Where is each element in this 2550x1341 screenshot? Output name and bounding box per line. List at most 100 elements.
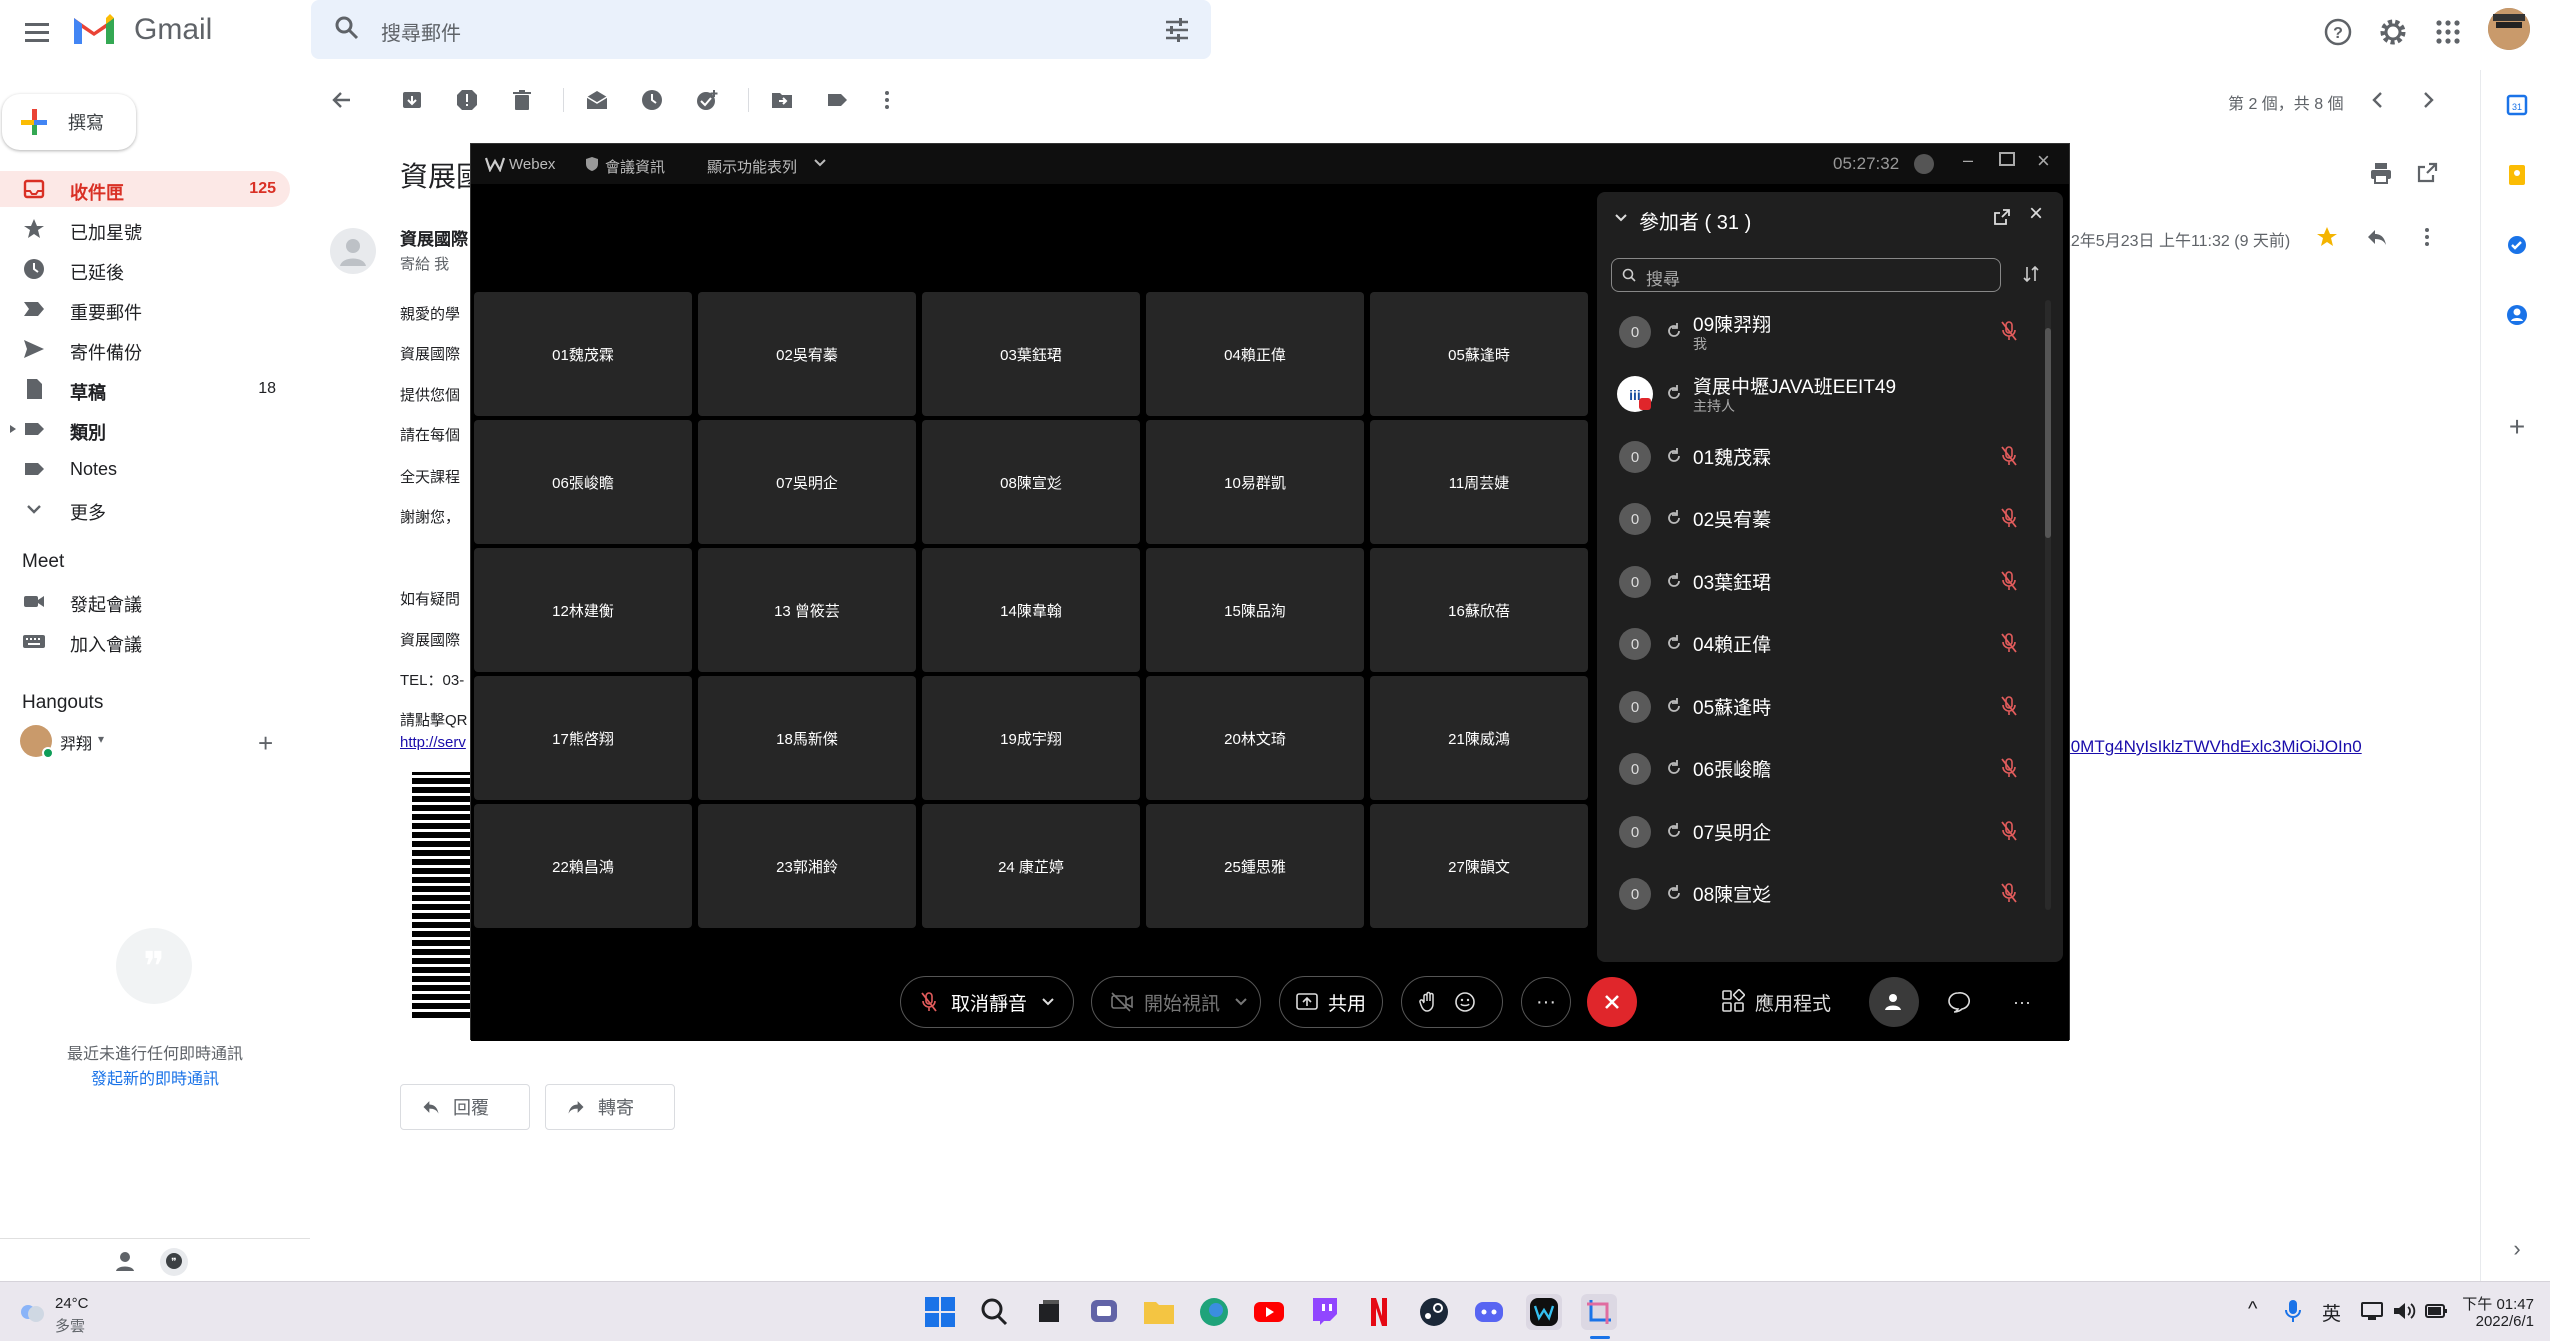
share-button[interactable]: 共用 — [1279, 976, 1383, 1028]
meet-new-meeting[interactable]: 發起會議 — [0, 583, 290, 619]
label-as-icon[interactable] — [823, 86, 851, 114]
participant-tile[interactable]: 25鍾思雅 — [1146, 804, 1364, 928]
participant-tile[interactable]: 15陳品洵 — [1146, 548, 1364, 672]
muted-mic-icon[interactable] — [1999, 570, 2019, 592]
newer-chevron-left-icon[interactable] — [2364, 86, 2392, 114]
participant-row[interactable]: 0 03葉鈺珺 — [1597, 550, 2037, 612]
mail-link[interactable]: http://serv — [400, 734, 466, 751]
hide-panel-chevron-icon[interactable]: › — [2500, 1232, 2534, 1266]
muted-mic-icon[interactable] — [1999, 695, 2019, 717]
volume-icon[interactable] — [2392, 1300, 2416, 1322]
nav-item-more[interactable]: 更多 — [0, 491, 290, 527]
nav-item-inbox[interactable]: 收件匣 125 — [0, 171, 290, 207]
settings-gear-icon[interactable] — [2373, 12, 2413, 52]
start-windows-icon[interactable] — [922, 1294, 958, 1330]
mail-link-tail[interactable]: I0MTg4NyIsIklzTWVhdExlc3MiOiJOIn0 — [2066, 737, 2362, 757]
webex-title-bar[interactable]: Webex 會議資訊 顯示功能表列 05:27:32 – × — [471, 144, 2069, 184]
status-dropdown-icon[interactable]: ▾ — [98, 732, 104, 746]
collapse-chevron-icon[interactable] — [1613, 210, 1629, 226]
weather-desc[interactable]: 多雲 — [55, 1315, 85, 1336]
chevron-down-icon[interactable] — [813, 156, 827, 170]
minimize-icon[interactable]: – — [1963, 150, 1973, 171]
maximize-icon[interactable] — [1999, 152, 2015, 166]
hangouts-user-name[interactable]: 羿翔 — [60, 730, 92, 754]
connection-status-icon[interactable] — [1914, 154, 1934, 174]
participant-tile[interactable]: 17熊啓翔 — [474, 676, 692, 800]
participant-tile[interactable]: 18馬新傑 — [698, 676, 916, 800]
battery-icon[interactable] — [2424, 1300, 2448, 1322]
close-window-icon[interactable]: × — [2037, 148, 2050, 174]
participant-tile[interactable]: 11周芸婕 — [1370, 420, 1588, 544]
start-chat-link[interactable]: 發起新的即時通訊 — [60, 1065, 250, 1089]
expand-arrow-icon[interactable] — [8, 424, 18, 434]
search-options-icon[interactable] — [1163, 16, 1191, 44]
open-new-window-icon[interactable] — [2412, 158, 2442, 188]
participants-toggle-icon[interactable] — [1869, 977, 1919, 1027]
participant-tile[interactable]: 19成宇翔 — [922, 676, 1140, 800]
show-menu-bar-button[interactable]: 顯示功能表列 — [707, 156, 797, 177]
leave-meeting-button[interactable] — [1587, 977, 1637, 1027]
sort-icon[interactable] — [2021, 264, 2041, 284]
participant-tile[interactable]: 08陳宣彣 — [922, 420, 1140, 544]
start-video-button[interactable]: 開始視訊 — [1091, 976, 1261, 1028]
muted-mic-icon[interactable] — [1999, 882, 2019, 904]
older-chevron-right-icon[interactable] — [2414, 86, 2442, 114]
more-vert-icon[interactable] — [2412, 222, 2442, 252]
chevron-down-icon[interactable] — [1234, 995, 1248, 1009]
back-arrow-icon[interactable] — [328, 86, 356, 114]
chat-icon[interactable] — [1933, 977, 1983, 1027]
muted-mic-icon[interactable] — [1999, 632, 2019, 654]
taskbar-search-icon[interactable] — [976, 1294, 1012, 1330]
forward-button[interactable]: 轉寄 — [545, 1084, 675, 1130]
search-input[interactable]: 搜尋郵件 — [381, 17, 461, 46]
microphone-tray-icon[interactable] — [2284, 1298, 2302, 1324]
discord-icon[interactable] — [1471, 1294, 1507, 1330]
show-hidden-icons-chevron[interactable]: ^ — [2248, 1298, 2257, 1321]
star-icon[interactable] — [2312, 222, 2342, 252]
nav-item-important[interactable]: 重要郵件 — [0, 291, 290, 327]
weather-temp[interactable]: 24°C — [55, 1295, 89, 1312]
teams-chat-icon[interactable] — [1086, 1294, 1122, 1330]
archive-icon[interactable] — [398, 86, 426, 114]
weather-cloud-icon[interactable] — [16, 1300, 48, 1324]
participant-row[interactable]: 0 02吳宥蓁 — [1597, 487, 2037, 549]
keep-icon[interactable] — [2500, 158, 2534, 192]
participant-row[interactable]: 0 05蘇逢時 — [1597, 675, 2037, 737]
search-icon[interactable] — [333, 14, 361, 42]
chevron-down-icon[interactable] — [1041, 995, 1055, 1009]
participant-tile[interactable]: 13 曾筱芸 — [698, 548, 916, 672]
snooze-icon[interactable] — [638, 86, 666, 114]
tasks-icon[interactable] — [2500, 228, 2534, 262]
participant-tile[interactable]: 23郭湘鈴 — [698, 804, 916, 928]
add-hangout-icon[interactable]: + — [258, 728, 273, 759]
participant-tile[interactable]: 21陳威鴻 — [1370, 676, 1588, 800]
nav-item-snoozed[interactable]: 已延後 — [0, 251, 290, 287]
meet-join-meeting[interactable]: 加入會議 — [0, 623, 290, 659]
participant-row[interactable]: 0 08陳宣彣 — [1597, 862, 2037, 924]
more-vert-icon[interactable] — [873, 86, 901, 114]
netflix-icon[interactable] — [1361, 1294, 1397, 1330]
sender-name[interactable]: 資展國際 — [400, 225, 468, 250]
participant-tile[interactable]: 20林文琦 — [1146, 676, 1364, 800]
meeting-info-button[interactable]: 會議資訊 — [605, 156, 665, 177]
participant-tile[interactable]: 04賴正偉 — [1146, 292, 1364, 416]
muted-mic-icon[interactable] — [1999, 507, 2019, 529]
participant-search-input[interactable]: 搜尋 — [1611, 258, 2001, 292]
unmute-button[interactable]: 取消靜音 — [900, 976, 1074, 1028]
task-view-icon[interactable] — [1031, 1294, 1067, 1330]
nav-item-sent[interactable]: 寄件備份 — [0, 331, 290, 367]
participant-tile[interactable]: 16蘇欣蓓 — [1370, 548, 1588, 672]
network-icon[interactable] — [2360, 1300, 2384, 1322]
participant-row[interactable]: 0 04賴正偉 — [1597, 612, 2037, 674]
muted-mic-icon[interactable] — [1999, 320, 2019, 342]
more-panels-icon[interactable]: ··· — [1997, 977, 2047, 1027]
nav-item-categories[interactable]: 類別 — [0, 411, 290, 447]
participant-tile[interactable]: 14陳韋翰 — [922, 548, 1140, 672]
hangouts-user-avatar[interactable] — [20, 725, 54, 759]
participant-tile[interactable]: 06張峻瞻 — [474, 420, 692, 544]
delete-icon[interactable] — [508, 86, 536, 114]
edge-browser-icon[interactable] — [1196, 1294, 1232, 1330]
add-task-icon[interactable] — [693, 86, 721, 114]
participant-tile[interactable]: 02吳宥蓁 — [698, 292, 916, 416]
recipient-line[interactable]: 寄給 我 — [400, 253, 449, 274]
